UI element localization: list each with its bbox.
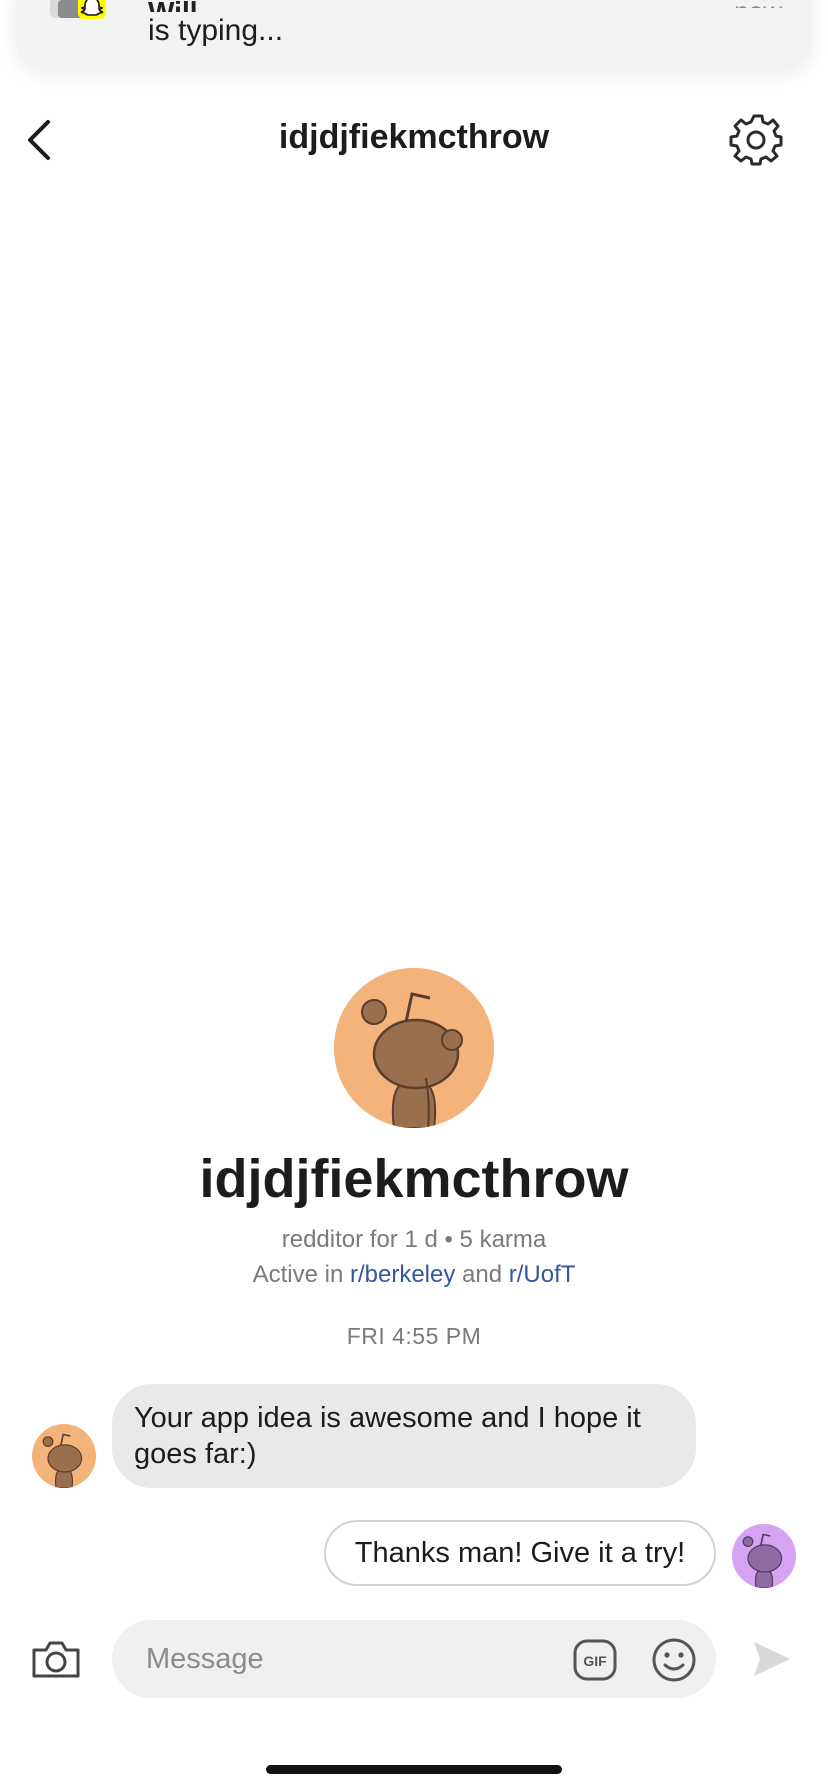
smiley-icon bbox=[652, 1638, 696, 1682]
profile-active-in: Active in r/berkeley and r/UofT bbox=[0, 1261, 828, 1289]
active-and: and bbox=[455, 1261, 509, 1288]
send-button[interactable] bbox=[750, 1638, 792, 1680]
snoo-avatar-icon bbox=[334, 968, 494, 1128]
camera-button[interactable] bbox=[30, 1636, 82, 1682]
page-title: idjdjfiekmcthrow bbox=[278, 118, 550, 156]
svg-text:GIF: GIF bbox=[583, 1653, 607, 1669]
notification-time: now bbox=[734, 0, 782, 8]
notification-banner[interactable]: Will now is typing... bbox=[16, 0, 812, 68]
subreddit-link-berkeley[interactable]: r/berkeley bbox=[350, 1261, 455, 1288]
gif-button[interactable]: GIF bbox=[572, 1638, 618, 1682]
home-indicator[interactable] bbox=[266, 1765, 562, 1774]
profile-avatar[interactable] bbox=[334, 968, 494, 1128]
emoji-button[interactable] bbox=[650, 1636, 698, 1684]
message-timestamp: FRI 4:55 PM bbox=[346, 1323, 482, 1349]
active-prefix: Active in bbox=[252, 1261, 350, 1288]
notification-avatar bbox=[48, 0, 126, 20]
profile-username: idjdjfiekmcthrow bbox=[199, 1149, 629, 1209]
sender-avatar[interactable] bbox=[32, 1424, 96, 1488]
my-avatar[interactable] bbox=[732, 1524, 796, 1588]
snoo-avatar-icon bbox=[32, 1424, 96, 1488]
gear-icon bbox=[729, 114, 783, 166]
message-input[interactable] bbox=[146, 1632, 546, 1686]
incoming-message-bubble[interactable]: Your app idea is awesome and I hope it g… bbox=[112, 1384, 696, 1488]
camera-icon bbox=[32, 1641, 80, 1678]
settings-button[interactable] bbox=[726, 112, 786, 168]
send-icon bbox=[754, 1642, 790, 1676]
notification-sender: Will bbox=[148, 0, 198, 12]
notification-text: is typing... bbox=[148, 14, 284, 47]
profile-meta: redditor for 1 d • 5 karma bbox=[281, 1226, 547, 1253]
gif-icon: GIF bbox=[573, 1639, 617, 1681]
snoo-avatar-icon bbox=[732, 1524, 796, 1588]
outgoing-message-bubble[interactable]: Thanks man! Give it a try! bbox=[324, 1520, 716, 1586]
message-composer: GIF bbox=[112, 1620, 716, 1698]
subreddit-link-uoft[interactable]: r/UofT bbox=[509, 1261, 576, 1288]
